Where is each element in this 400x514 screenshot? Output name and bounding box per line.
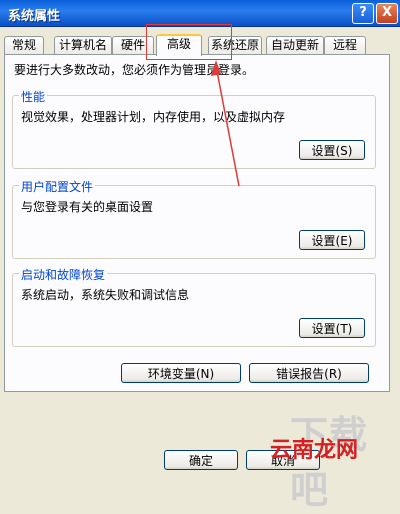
startup-recovery-settings-button[interactable]: 设置(T) bbox=[299, 318, 365, 338]
tab-advanced[interactable]: 高级 bbox=[156, 34, 202, 56]
startup-recovery-desc: 系统启动，系统失败和调试信息 bbox=[21, 288, 190, 302]
performance-group: 性能 视觉效果，处理器计划，内存使用，以及虚拟内存 设置(S) bbox=[12, 88, 376, 169]
tab-hardware[interactable]: 硬件 bbox=[112, 36, 154, 54]
watermark-text: 云南龙网 bbox=[270, 438, 359, 463]
advanced-panel: 要进行大多数改动，您必须作为管理员登录。 性能 视觉效果，处理器计划，内存使用，… bbox=[4, 54, 390, 392]
tab-remote[interactable]: 远程 bbox=[324, 36, 366, 54]
user-profiles-title: 用户配置文件 bbox=[19, 178, 96, 195]
tab-strip: 常规 计算机名 硬件 高级 系统还原 自动更新 远程 bbox=[0, 34, 400, 56]
performance-title: 性能 bbox=[19, 88, 48, 105]
tab-system-restore[interactable]: 系统还原 bbox=[208, 36, 262, 54]
help-button[interactable]: ? bbox=[352, 3, 374, 24]
startup-recovery-group: 启动和故障恢复 系统启动，系统失败和调试信息 设置(T) bbox=[12, 266, 376, 347]
title-bar: 系统属性 ? X bbox=[0, 0, 400, 27]
tab-general[interactable]: 常规 bbox=[4, 36, 44, 54]
user-profiles-settings-button[interactable]: 设置(E) bbox=[299, 230, 365, 250]
performance-desc: 视觉效果，处理器计划，内存使用，以及虚拟内存 bbox=[21, 110, 286, 124]
user-profiles-group: 用户配置文件 与您登录有关的桌面设置 设置(E) bbox=[12, 178, 376, 259]
ok-button[interactable]: 确定 bbox=[164, 450, 238, 470]
admin-notice: 要进行大多数改动，您必须作为管理员登录。 bbox=[14, 63, 255, 77]
close-button[interactable]: X bbox=[376, 3, 398, 24]
startup-recovery-title: 启动和故障恢复 bbox=[19, 266, 108, 283]
tab-automatic-updates[interactable]: 自动更新 bbox=[266, 36, 324, 54]
performance-settings-button[interactable]: 设置(S) bbox=[299, 140, 365, 160]
tab-computer-name[interactable]: 计算机名 bbox=[54, 36, 112, 54]
user-profiles-desc: 与您登录有关的桌面设置 bbox=[21, 200, 154, 214]
error-reporting-button[interactable]: 错误报告(R) bbox=[249, 363, 369, 383]
environment-variables-button[interactable]: 环境变量(N) bbox=[121, 363, 241, 383]
window-title: 系统属性 bbox=[8, 9, 61, 24]
